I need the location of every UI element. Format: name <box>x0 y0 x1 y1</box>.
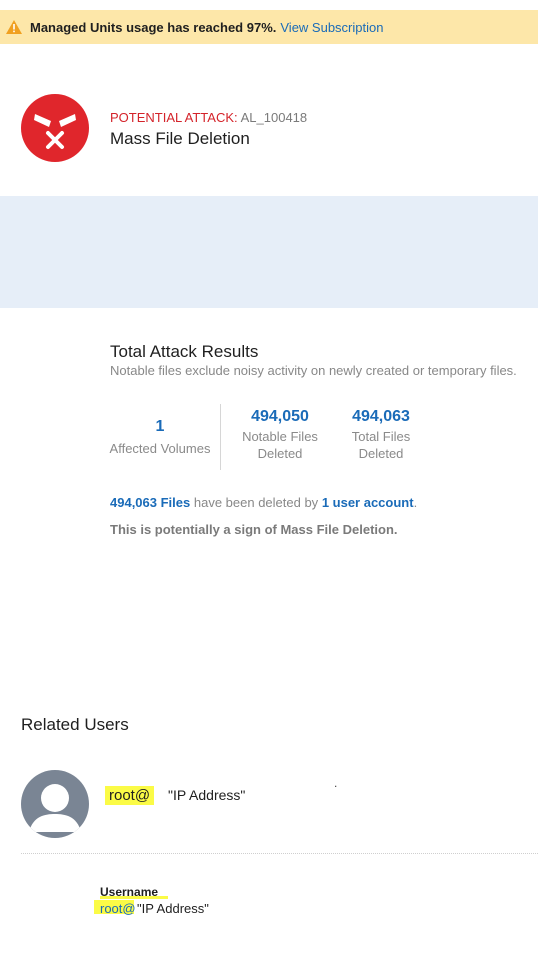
deleted-summary: 494,063 Files have been deleted by 1 use… <box>110 495 417 510</box>
results-title: Total Attack Results <box>110 342 259 361</box>
related-user-name[interactable]: root@ <box>105 786 155 805</box>
alert-type-label: POTENTIAL ATTACK: <box>110 110 238 125</box>
avatar <box>21 770 89 838</box>
deleted-end-text: . <box>413 495 418 510</box>
stat-notable-files: 494,050 Notable Files Deleted <box>232 406 328 462</box>
attack-face-icon <box>21 94 89 162</box>
stat-label: Notable Files Deleted <box>242 429 318 461</box>
related-user-ip: "IP Address" <box>168 787 246 803</box>
deleted-files-link[interactable]: 494,063 Files <box>110 495 190 510</box>
usage-banner: Managed Units usage has reached 97%. Vie… <box>0 10 538 44</box>
detail-panel <box>0 196 538 308</box>
stat-label: Total Files Deleted <box>351 429 411 461</box>
username-value: root@ <box>100 901 136 916</box>
stat-affected-volumes: 1 Affected Volumes <box>100 416 220 457</box>
user-account-link[interactable]: 1 user account <box>322 495 414 510</box>
stat-divider <box>220 404 221 470</box>
warning-icon <box>6 20 22 34</box>
stat-value: 1 <box>155 418 165 435</box>
divider <box>21 853 538 854</box>
stat-value: 494,063 <box>352 408 410 425</box>
view-subscription-link[interactable]: View Subscription <box>280 20 383 35</box>
stat-total-files: 494,063 Total Files Deleted <box>338 406 424 462</box>
attack-sign-text: This is potentially a sign of Mass File … <box>110 522 398 537</box>
results-subtitle: Notable files exclude noisy activity on … <box>110 363 517 378</box>
stray-dot: . <box>334 776 338 790</box>
related-users-title: Related Users <box>21 715 129 734</box>
alert-title: Mass File Deletion <box>110 129 250 148</box>
stat-label: Affected Volumes <box>109 441 211 456</box>
stat-value: 494,050 <box>251 408 309 425</box>
deleted-mid-text: have been deleted by <box>193 495 319 510</box>
banner-message: Managed Units usage has reached 97%. <box>30 19 277 35</box>
alert-id: AL_100418 <box>240 110 308 125</box>
alert-type: POTENTIAL ATTACK: AL_100418 <box>110 110 307 125</box>
username-label: Username <box>100 885 159 899</box>
username-ip: "IP Address" <box>137 901 209 916</box>
